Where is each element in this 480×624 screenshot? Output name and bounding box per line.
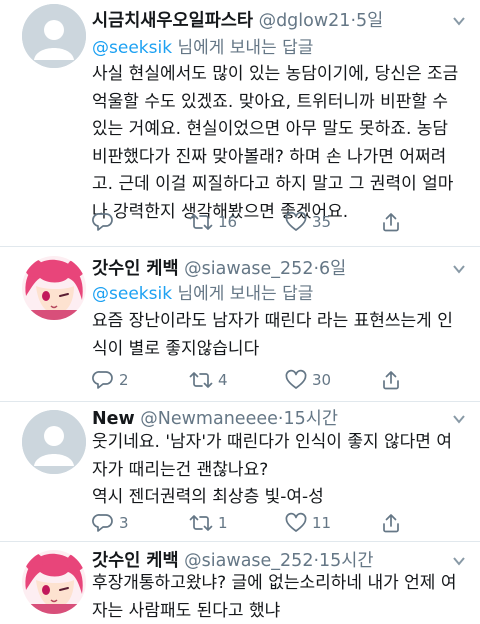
tweet-header: 갓수인 케백 @siawase_252·15시간	[92, 551, 374, 571]
reply-label: 님에게 보내는 답글	[177, 284, 314, 304]
reply-icon	[92, 213, 113, 231]
reply-icon	[92, 514, 113, 532]
chevron-down-icon[interactable]	[452, 262, 466, 276]
retweet-icon	[189, 214, 213, 230]
like-count: 35	[312, 213, 332, 231]
display-name[interactable]: 갓수인 케백	[92, 551, 179, 571]
avatar[interactable]	[22, 410, 86, 474]
text-line: 요즘 장난이라도 남자가 때린다 라는 표현쓰는게 인	[92, 311, 453, 331]
anime-avatar-icon	[22, 550, 86, 614]
tweet[interactable]: 갓수인 케백 @siawase_252·6일 @seeksik 님에게 보내는 …	[0, 248, 480, 401]
like-count: 30	[312, 371, 332, 389]
heart-icon	[285, 512, 307, 532]
display-name[interactable]: New	[92, 409, 135, 429]
timestamp[interactable]: 15시간	[319, 551, 373, 571]
tweet-divider	[0, 246, 480, 247]
share-button[interactable]	[380, 209, 402, 235]
user-handle[interactable]: @siawase_252	[184, 259, 313, 279]
share-button[interactable]	[380, 367, 402, 393]
text-line: 자는 사람패도 된다고 했냐	[92, 600, 281, 621]
tweet-header: New @Newmaneeee·15시간	[92, 409, 338, 429]
retweet-button[interactable]: 16	[189, 209, 237, 235]
reply-label: 님에게 보내는 답글	[177, 38, 314, 58]
chevron-down-icon[interactable]	[452, 554, 466, 568]
avatar[interactable]	[22, 4, 86, 68]
reply-button[interactable]: 2	[92, 367, 129, 393]
like-button[interactable]: 11	[285, 510, 331, 536]
retweet-button[interactable]: 1	[189, 510, 228, 536]
share-button[interactable]	[380, 510, 402, 536]
text-line: 역시 젠더권력의 최상층 빛-여-성	[92, 487, 324, 507]
share-icon	[383, 514, 399, 533]
tweet-actions: 16 35	[92, 209, 472, 235]
reply-button[interactable]: 3	[92, 510, 129, 536]
timestamp[interactable]: 6일	[319, 259, 346, 279]
like-button[interactable]: 30	[285, 367, 331, 393]
retweet-count: 4	[218, 371, 228, 389]
text-line: 있는 거예요. 현실이었으면 아무 말도 못하죠. 농담	[92, 119, 449, 139]
text-line: 자가 때리는건 괜찮나요?	[92, 459, 269, 480]
share-icon	[383, 213, 399, 232]
retweet-icon	[189, 372, 213, 388]
user-handle[interactable]: @Newmaneeee	[140, 409, 278, 429]
tweet-text: 후장개통하고왔냐? 글에 없는소리하네 내가 언제 여 자는 사람패도 된다고 …	[92, 570, 464, 624]
display-name[interactable]: 시금치새우오일파스타	[92, 11, 253, 31]
default-avatar-icon	[22, 410, 86, 474]
text-line: 사실 현실에서도 많이 있는 농담이기에, 당신은 조금	[92, 64, 459, 84]
like-count: 11	[312, 514, 332, 532]
tweet[interactable]: 갓수인 케백 @siawase_252·15시간 후장개통하고왔냐? 글에 없는…	[0, 542, 480, 624]
replying-to: @seeksik 님에게 보내는 답글	[92, 37, 313, 59]
tweet[interactable]: New @Newmaneeee·15시간 웃기네요. '남자'가 때린다가 인식…	[0, 402, 480, 539]
tweet-header: 시금치새우오일파스타 @dglow21·5일	[92, 11, 384, 31]
chevron-down-icon[interactable]	[452, 412, 466, 426]
avatar[interactable]	[22, 256, 86, 320]
reply-icon	[92, 371, 113, 389]
tweet-text: 요즘 장난이라도 남자가 때린다 라는 표현쓰는게 인 식이 별로 좋지않습니다	[92, 308, 464, 363]
reply-count: 2	[119, 371, 129, 389]
mention-link[interactable]: @seeksik	[92, 284, 172, 304]
chevron-down-icon[interactable]	[452, 14, 466, 28]
tweet-text: 웃기네요. '남자'가 때린다가 인식이 좋지 않다면 여 자가 때리는건 괜찮…	[92, 429, 464, 512]
retweet-icon	[189, 515, 213, 531]
retweet-count: 1	[218, 514, 228, 532]
heart-icon	[285, 211, 307, 231]
text-line: 비판했다가 진짜 맞아볼래? 하며 손 나가면 어쩌려	[92, 146, 447, 167]
text-line: 고. 근데 이걸 찌질하다고 하지 말고 그 권력이 얼마	[92, 174, 454, 194]
text-line: 식이 별로 좋지않습니다	[92, 338, 260, 359]
heart-icon	[285, 369, 307, 389]
reply-count: 3	[119, 514, 129, 532]
tweet-text: 사실 현실에서도 많이 있는 농담이기에, 당신은 조금 억울할 수도 있겠죠.…	[92, 61, 464, 226]
retweet-button[interactable]: 4	[189, 367, 228, 393]
mention-link[interactable]: @seeksik	[92, 38, 172, 58]
anime-avatar-icon	[22, 256, 86, 320]
replying-to: @seeksik 님에게 보내는 답글	[92, 283, 313, 305]
text-line: 후장개통하고왔냐? 글에 없는소리하네 내가 언제 여	[92, 573, 457, 593]
reply-button[interactable]	[92, 209, 119, 235]
retweet-count: 16	[218, 213, 238, 231]
tweet[interactable]: 시금치새우오일파스타 @dglow21·5일 @seeksik 님에게 보내는 …	[0, 0, 480, 248]
text-line: 웃기네요. '남자'가 때린다가 인식이 좋지 않다면 여	[92, 432, 452, 452]
like-button[interactable]: 35	[285, 209, 331, 235]
user-handle[interactable]: @siawase_252	[184, 551, 313, 571]
tweet-header: 갓수인 케백 @siawase_252·6일	[92, 259, 347, 279]
share-icon	[383, 371, 399, 390]
timestamp[interactable]: 15시간	[283, 409, 337, 429]
tweet-actions: 2 4 30	[92, 367, 472, 393]
tweet-actions: 3 1 11	[92, 510, 472, 536]
display-name[interactable]: 갓수인 케백	[92, 259, 179, 279]
avatar[interactable]	[22, 550, 86, 614]
user-handle[interactable]: @dglow21	[259, 11, 351, 31]
text-line: 억울할 수도 있겠죠. 맞아요, 트위터니까 비판할 수	[92, 91, 449, 112]
timestamp[interactable]: 5일	[356, 11, 383, 31]
default-avatar-icon	[22, 4, 86, 68]
